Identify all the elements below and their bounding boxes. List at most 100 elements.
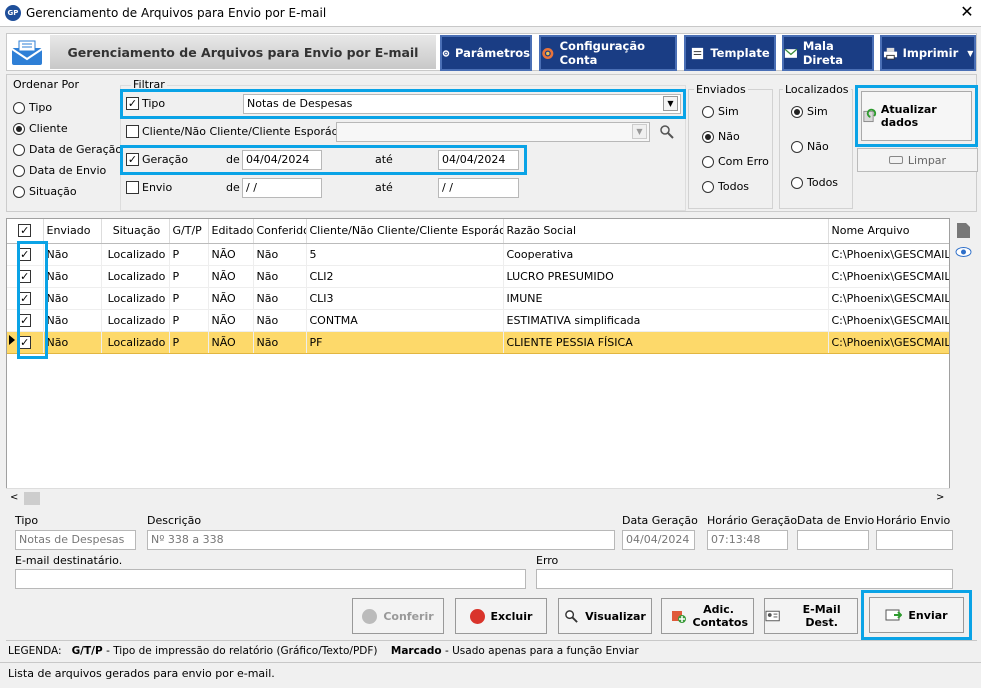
ordenar-cliente-radio[interactable] <box>13 123 25 135</box>
col-cliente[interactable]: Cliente/Não Cliente/Cliente Esporádico <box>306 219 504 244</box>
conferir-button[interactable]: Conferir <box>352 598 444 634</box>
select-all-header[interactable]: ✓ <box>7 219 44 244</box>
imprimir-button[interactable]: Imprimir ▼ <box>880 35 976 71</box>
table-cell[interactable]: CONTMA <box>306 309 504 332</box>
close-icon[interactable]: ✕ <box>957 2 977 21</box>
table-cell[interactable]: Localizado <box>101 243 170 266</box>
cliente-checkbox[interactable] <box>126 125 139 138</box>
adic-contatos-button[interactable]: Adic. Contatos <box>661 598 754 634</box>
cliente-select[interactable]: ▼ <box>336 122 650 142</box>
table-cell[interactable]: Não <box>253 243 307 266</box>
table-cell[interactable]: 5 <box>306 243 504 266</box>
table-cell[interactable]: P <box>169 265 209 288</box>
table-row[interactable]: ✓ Não Localizado P NÃO Não CONTMA ESTIMATIVA si… <box>7 309 949 332</box>
table-cell[interactable]: C:\Phoenix\GESCMAIL\( <box>828 331 949 354</box>
eye-icon[interactable] <box>955 246 972 258</box>
table-cell[interactable]: NÃO <box>208 243 254 266</box>
table-cell[interactable]: P <box>169 243 209 266</box>
email-destinatario-field[interactable] <box>15 569 526 589</box>
table-cell[interactable]: Não <box>253 309 307 332</box>
limpar-button[interactable]: Limpar <box>857 148 978 172</box>
table-cell[interactable]: CLI3 <box>306 287 504 310</box>
table-cell[interactable]: C:\Phoenix\GESCMAIL\( <box>828 243 949 266</box>
ordenar-geracao-radio[interactable] <box>13 144 25 156</box>
atualizar-dados-button[interactable]: Atualizar dados <box>861 91 972 141</box>
detail-horario-geracao-field[interactable]: 07:13:48 <box>707 530 788 550</box>
geracao-de-input[interactable]: 04/04/2024 <box>242 150 322 170</box>
detail-data-geracao-field[interactable]: 04/04/2024 <box>622 530 695 550</box>
enviados-comerro-radio[interactable] <box>702 156 714 168</box>
table-cell[interactable]: Não <box>43 243 102 266</box>
table-cell[interactable]: Não <box>253 265 307 288</box>
col-editado[interactable]: Editado <box>208 219 254 244</box>
table-row[interactable]: ✓ Não Localizado P NÃO Não CLI3 IMUNE C:\Phoenix… <box>7 287 949 310</box>
table-cell[interactable]: ESTIMATIVA simplificada <box>503 309 829 332</box>
ordenar-envio-radio[interactable] <box>13 165 25 177</box>
email-dest-button[interactable]: E-Mail Dest. <box>764 598 858 634</box>
scroll-thumb[interactable] <box>24 492 40 505</box>
table-cell[interactable]: NÃO <box>208 309 254 332</box>
parametros-button[interactable]: Parâmetros <box>440 35 532 71</box>
table-cell[interactable]: CLI2 <box>306 265 504 288</box>
enviados-nao-radio[interactable] <box>702 131 714 143</box>
table-cell[interactable]: CLIENTE PESSIA FÍSICA <box>503 331 829 354</box>
localizados-nao-radio[interactable] <box>791 141 803 153</box>
table-cell[interactable]: Não <box>253 287 307 310</box>
geracao-checkbox[interactable]: ✓ <box>126 153 139 166</box>
chevron-down-icon[interactable]: ▼ <box>632 124 647 139</box>
configuracao-conta-button[interactable]: Configuração Conta <box>539 35 677 71</box>
table-cell[interactable]: LUCRO PRESUMIDO <box>503 265 829 288</box>
table-cell[interactable]: P <box>169 309 209 332</box>
table-cell[interactable]: Não <box>43 331 102 354</box>
erro-field[interactable] <box>536 569 953 589</box>
table-cell[interactable]: NÃO <box>208 331 254 354</box>
detail-horario-envio-field[interactable] <box>876 530 953 550</box>
col-nome-arquivo[interactable]: Nome Arquivo <box>828 219 949 244</box>
table-cell[interactable]: Cooperativa <box>503 243 829 266</box>
ordenar-situacao-radio[interactable] <box>13 186 25 198</box>
enviados-todos-radio[interactable] <box>702 181 714 193</box>
envio-checkbox[interactable] <box>126 181 139 194</box>
table-cell[interactable]: P <box>169 287 209 310</box>
envio-de-input[interactable]: / / <box>242 178 322 198</box>
detail-tipo-field[interactable]: Notas de Despesas <box>15 530 136 550</box>
col-conferido[interactable]: Conferido <box>253 219 307 244</box>
table-cell[interactable]: Não <box>43 287 102 310</box>
enviados-sim-radio[interactable] <box>702 106 714 118</box>
table-cell[interactable]: C:\Phoenix\GESCMAIL\( <box>828 309 949 332</box>
table-cell[interactable]: NÃO <box>208 287 254 310</box>
detail-descricao-field[interactable]: Nº 338 a 338 <box>147 530 615 550</box>
tipo-checkbox[interactable]: ✓ <box>126 97 139 110</box>
excluir-button[interactable]: Excluir <box>455 598 547 634</box>
envio-ate-input[interactable]: / / <box>438 178 519 198</box>
horizontal-scrollbar[interactable]: < > <box>6 488 950 508</box>
table-cell[interactable]: C:\Phoenix\GESCMAIL\( <box>828 287 949 310</box>
select-all-checkbox[interactable]: ✓ <box>18 224 32 238</box>
localizados-todos-radio[interactable] <box>791 177 803 189</box>
table-cell[interactable]: Não <box>43 309 102 332</box>
table-cell[interactable]: Não <box>43 265 102 288</box>
chevron-down-icon[interactable]: ▼ <box>663 96 678 111</box>
table-cell[interactable]: Localizado <box>101 287 170 310</box>
scroll-left-icon[interactable]: < <box>10 492 18 503</box>
localizados-sim-radio[interactable] <box>791 106 803 118</box>
geracao-ate-input[interactable]: 04/04/2024 <box>438 150 519 170</box>
template-button[interactable]: Template <box>684 35 776 71</box>
table-cell[interactable]: NÃO <box>208 265 254 288</box>
table-cell[interactable]: Localizado <box>101 265 170 288</box>
table-cell[interactable]: IMUNE <box>503 287 829 310</box>
table-cell[interactable]: PF <box>306 331 504 354</box>
table-cell[interactable]: Localizado <box>101 309 170 332</box>
mala-direta-button[interactable]: Mala Direta <box>782 35 874 71</box>
table-cell[interactable]: P <box>169 331 209 354</box>
col-situacao[interactable]: Situação <box>101 219 170 244</box>
col-razao-social[interactable]: Razão Social <box>503 219 829 244</box>
table-cell[interactable]: Localizado <box>101 331 170 354</box>
scroll-right-icon[interactable]: > <box>936 492 944 503</box>
chevron-down-icon[interactable]: ▼ <box>967 49 973 58</box>
table-row[interactable]: ✓ Não Localizado P NÃO Não PF CLIENTE PESSIA FÍ… <box>7 331 949 354</box>
table-cell[interactable]: Não <box>253 331 307 354</box>
tipo-select[interactable]: Notas de Despesas ▼ <box>243 94 681 114</box>
table-row[interactable]: ✓ Não Localizado P NÃO Não CLI2 LUCRO PRESUMIDO… <box>7 265 949 288</box>
visualizar-button[interactable]: Visualizar <box>558 598 652 634</box>
